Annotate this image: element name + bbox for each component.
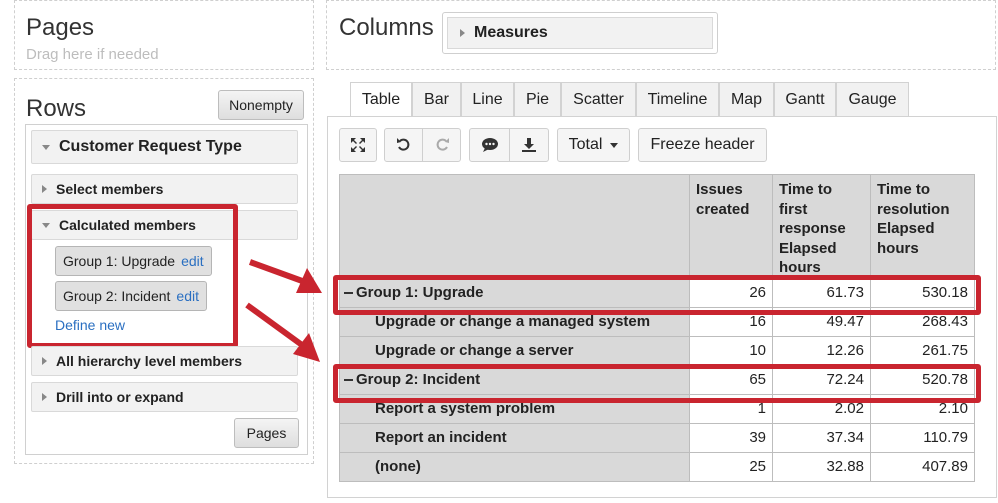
table-cell: 37.34: [772, 422, 871, 453]
columns-title: Columns: [339, 14, 434, 41]
undo-button[interactable]: [384, 128, 423, 162]
table-cell: 39: [689, 422, 773, 453]
pages-hint: Drag here if needed: [26, 46, 159, 63]
table-cell: 10: [689, 335, 773, 366]
drill-label: Drill into or expand: [56, 389, 184, 405]
pages-title: Pages: [26, 14, 95, 41]
tab-gauge[interactable]: Gauge: [836, 82, 909, 116]
column-header-first-response[interactable]: Time to first response Elapsed hours: [772, 174, 871, 279]
tab-timeline[interactable]: Timeline: [636, 82, 719, 116]
all-hierarchy-label: All hierarchy level members: [56, 353, 242, 369]
download-icon: [522, 138, 536, 152]
expand-icon: [351, 138, 365, 152]
freeze-header-button[interactable]: Freeze header: [638, 128, 767, 162]
measures-label: Measures: [474, 24, 548, 41]
drill-section[interactable]: Drill into or expand: [31, 382, 298, 412]
all-hierarchy-section[interactable]: All hierarchy level members: [31, 346, 298, 376]
table-cell: 110.79: [870, 422, 975, 453]
table-cell: 12.26: [772, 335, 871, 366]
chevron-right-icon: [42, 357, 47, 365]
tab-bar[interactable]: Bar: [412, 82, 461, 116]
tab-gantt[interactable]: Gantt: [774, 82, 836, 116]
tab-table[interactable]: Table: [350, 82, 412, 117]
undo-icon: [396, 138, 409, 151]
chevron-right-icon: [42, 185, 47, 193]
table-header-row: Issues created Time to first response Elapse…: [339, 174, 975, 279]
total-label: Total: [568, 136, 603, 153]
dimension-name: Customer Request Type: [59, 138, 242, 155]
table-row: (none) 25 32.88 407.89: [339, 451, 975, 482]
results-table: Issues created Time to first response Elapse…: [339, 174, 975, 482]
chevron-right-icon: [42, 393, 47, 401]
table-cell: 32.88: [772, 451, 871, 482]
measures-chip[interactable]: Measures: [442, 12, 718, 54]
download-button[interactable]: [509, 128, 549, 162]
row-label[interactable]: Upgrade or change a server: [339, 335, 690, 366]
pages-button[interactable]: Pages: [234, 418, 299, 448]
column-header-issues[interactable]: Issues created: [689, 174, 773, 279]
rows-title: Rows: [26, 95, 87, 122]
fullscreen-button[interactable]: [339, 128, 377, 162]
dimension-header[interactable]: Customer Request Type: [31, 130, 298, 164]
group2-highlight: [333, 364, 981, 403]
select-members-label: Select members: [56, 181, 164, 197]
table-row: Report an incident 39 37.34 110.79: [339, 422, 975, 453]
table-row: Upgrade or change a server 10 12.26 261.…: [339, 335, 975, 366]
redo-icon: [436, 138, 449, 151]
comment-button[interactable]: [469, 128, 510, 162]
comment-icon: [481, 138, 498, 152]
total-dropdown[interactable]: Total: [557, 128, 630, 162]
table-cell: 261.75: [870, 335, 975, 366]
calculated-members-highlight: [27, 204, 238, 348]
table-cell: 25: [689, 451, 773, 482]
tab-scatter[interactable]: Scatter: [561, 82, 636, 116]
column-header-resolution[interactable]: Time to resolution Elapsed hours: [870, 174, 975, 279]
group1-highlight: [333, 275, 981, 315]
chevron-down-icon: [610, 142, 619, 148]
row-label[interactable]: Report an incident: [339, 422, 690, 453]
tab-map[interactable]: Map: [719, 82, 774, 116]
tab-pie[interactable]: Pie: [514, 82, 561, 116]
redo-button[interactable]: [422, 128, 461, 162]
corner-cell: [339, 174, 690, 279]
chevron-down-icon: [42, 144, 50, 150]
nonempty-button[interactable]: Nonempty: [218, 90, 304, 120]
row-label[interactable]: (none): [339, 451, 690, 482]
table-cell: 407.89: [870, 451, 975, 482]
tab-line[interactable]: Line: [461, 82, 514, 116]
chevron-right-icon: [460, 29, 465, 37]
select-members-section[interactable]: Select members: [31, 174, 298, 204]
